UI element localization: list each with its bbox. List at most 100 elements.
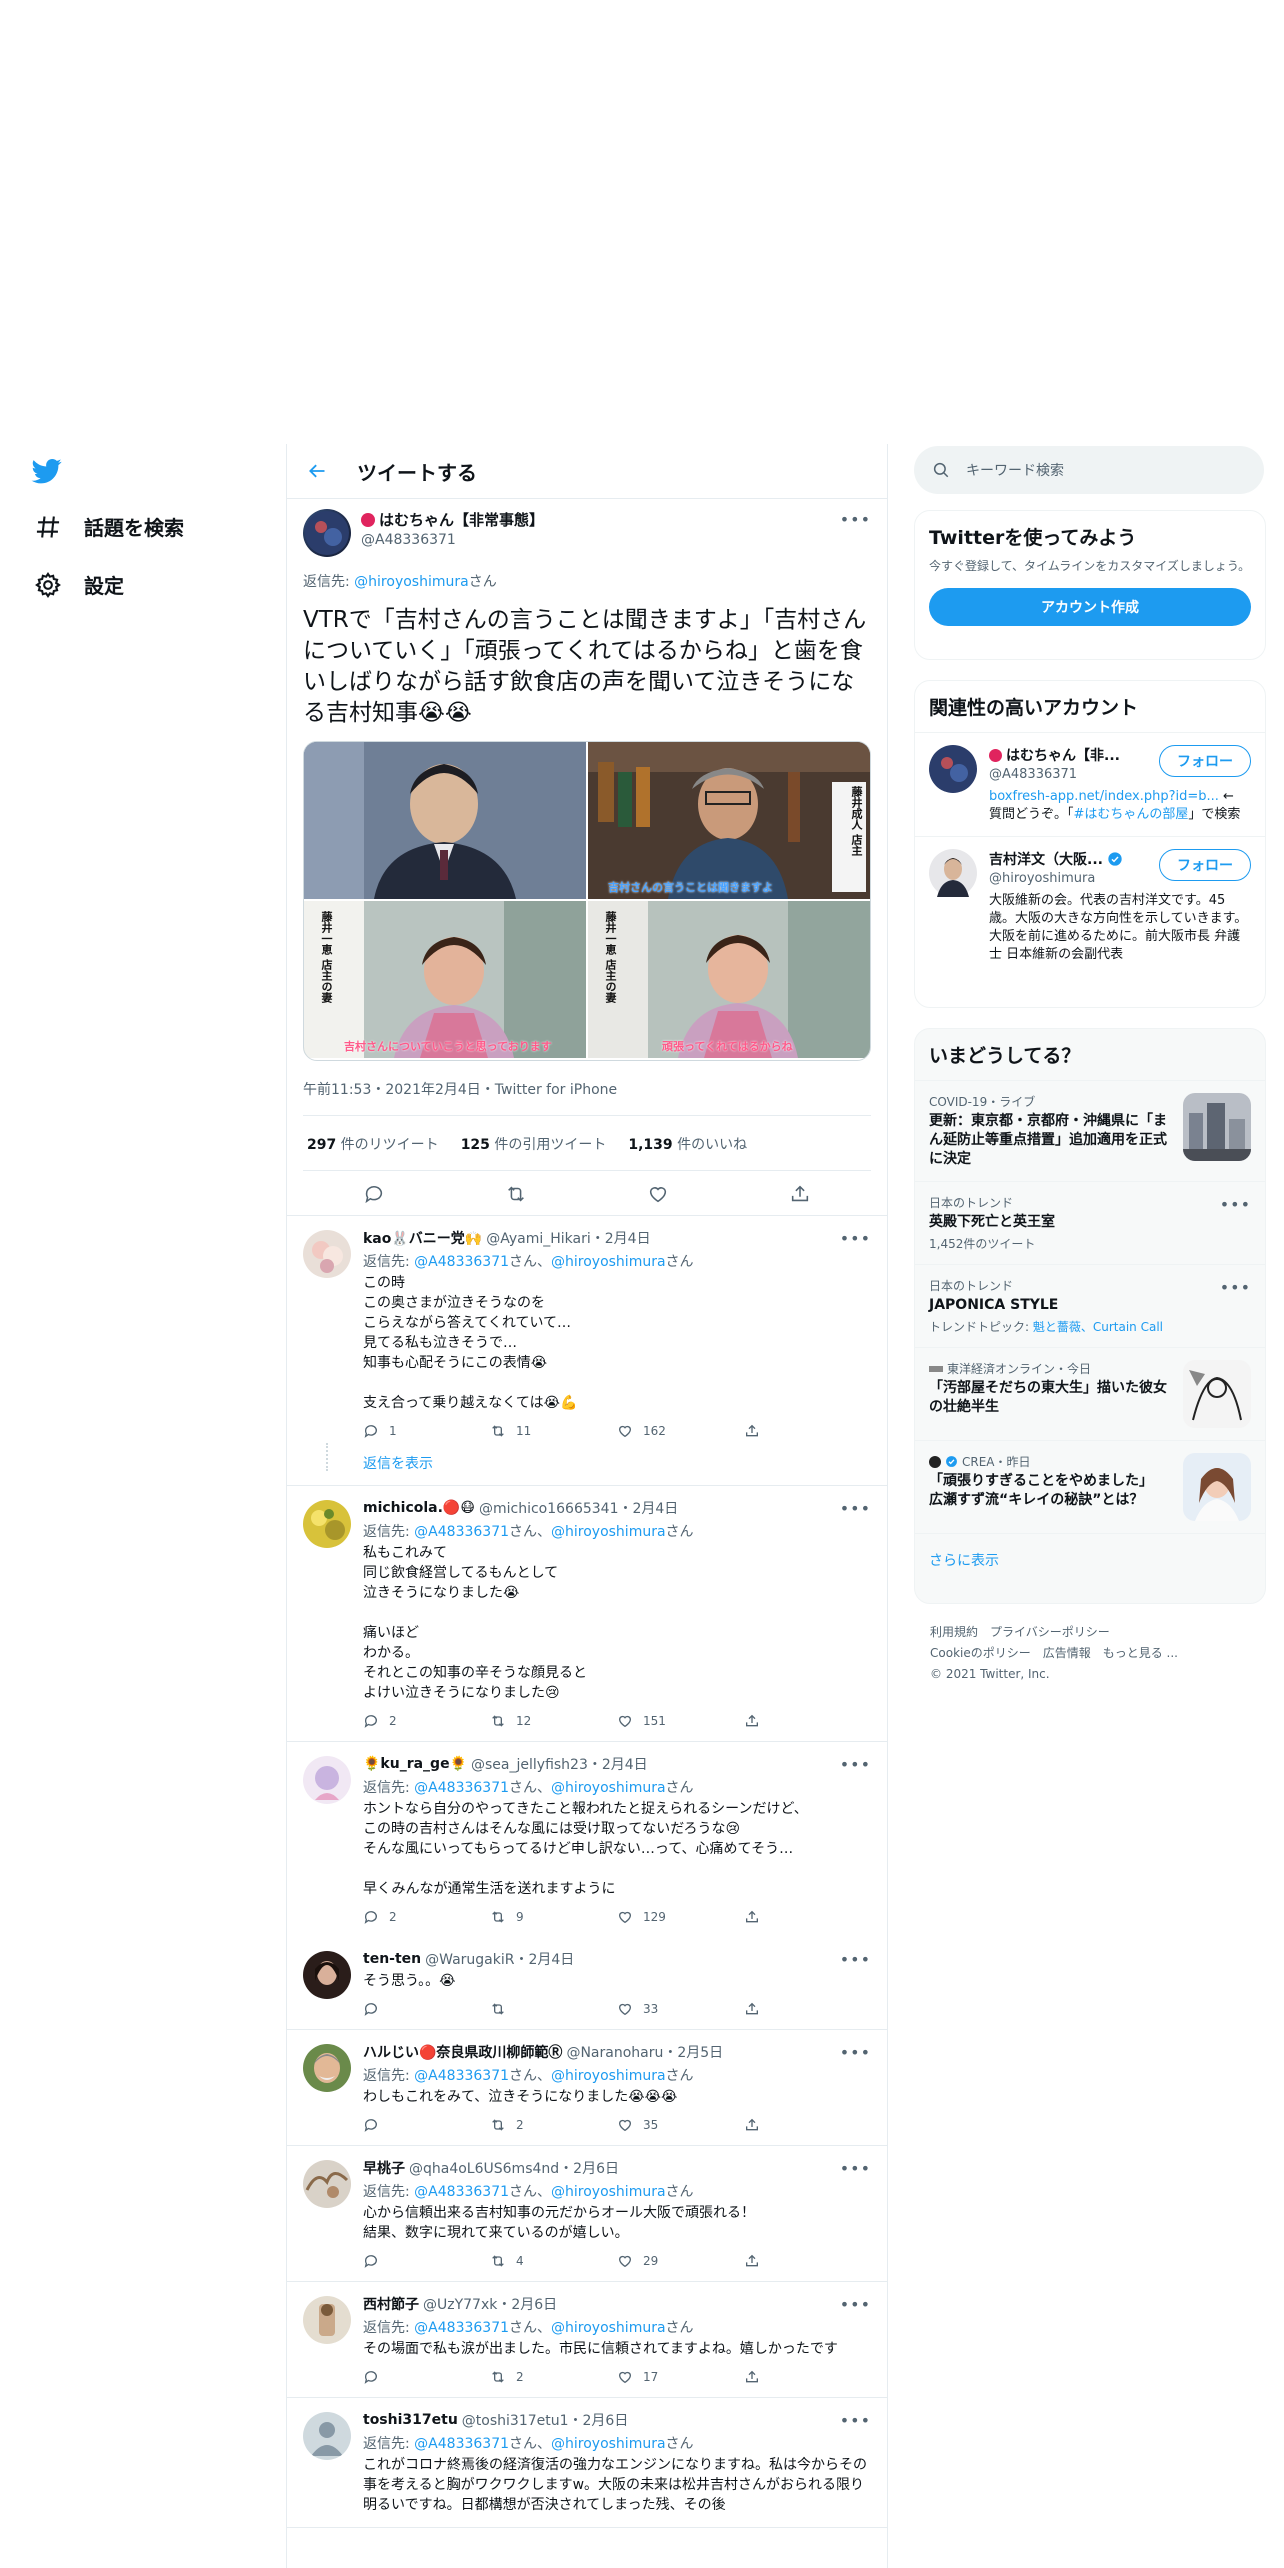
nav-explore[interactable]: 話題を検索 <box>34 512 184 541</box>
media-image-1[interactable] <box>304 742 586 899</box>
share-action[interactable] <box>744 2369 871 2385</box>
reply-meta[interactable]: @UzY77xk・2月6日 <box>423 2294 841 2314</box>
reply-to-link[interactable]: @A48336371 <box>414 2068 509 2084</box>
like-icon[interactable] <box>647 1183 669 1205</box>
reply-tweet[interactable]: 早桃子 @qha4oL6US6ms4nd・2月6日 ••• 返信先: @A48336… <box>287 2146 887 2282</box>
reply-tweet[interactable]: ハルじい🔴奈良県政川柳師範Ⓡ @Naranoharu・2月5日 ••• 返信先: @… <box>287 2030 887 2146</box>
quote-stat[interactable]: 125 件の引用ツイート <box>461 1134 607 1154</box>
reply-to-link[interactable]: @hiroyoshimura <box>551 2320 666 2336</box>
reply-meta[interactable]: @michico16665341・2月4日 <box>479 1498 841 1518</box>
more-options-icon[interactable]: ••• <box>1220 1277 1251 1297</box>
retweet-action[interactable]: 12 <box>490 1713 617 1729</box>
reply-author-name[interactable]: michicola.🔴😷 <box>363 1500 475 1516</box>
retweet-action[interactable] <box>490 2001 617 2017</box>
more-options-icon[interactable]: ••• <box>840 509 871 529</box>
author-handle[interactable]: @A48336371 <box>361 532 841 548</box>
reply-action[interactable] <box>363 2001 490 2017</box>
retweet-action[interactable]: 2 <box>490 2117 617 2133</box>
footer-links-row-1[interactable]: 利用規約 プライバシーポリシー <box>930 1622 1260 1643</box>
reply-action[interactable]: 2 <box>363 1713 490 1729</box>
reply-icon[interactable] <box>363 1183 385 1205</box>
reply-to-link[interactable]: @hiroyoshimura <box>551 2184 666 2200</box>
more-options-icon[interactable]: ••• <box>840 2410 871 2430</box>
show-more-link[interactable]: さらに表示 <box>915 1533 1265 1586</box>
reply-author-name[interactable]: 🌻ku_ra_ge🌻 <box>363 1756 467 1772</box>
reply-to-link[interactable]: @A48336371 <box>414 1780 509 1796</box>
trend-topic-link[interactable]: 魁と薔薇、Curtain Call <box>1033 1320 1163 1334</box>
like-action[interactable]: 33 <box>617 2001 744 2017</box>
more-options-icon[interactable]: ••• <box>840 1498 871 1518</box>
like-action[interactable]: 162 <box>617 1423 744 1439</box>
reply-to-link[interactable]: @hiroyoshimura <box>354 574 469 590</box>
reply-to-link[interactable]: @hiroyoshimura <box>551 1254 666 1270</box>
tweet-media[interactable]: 藤井成人 店主 吉村さんの言うことは聞きますよ 藤井一恵 店主の妻 吉村さんにつ… <box>303 741 871 1061</box>
account-item[interactable]: はむちゃん【非... @A48336371 フォロー boxfresh-app.… <box>915 732 1265 836</box>
more-options-icon[interactable]: ••• <box>840 2294 871 2314</box>
reply-action[interactable] <box>363 2253 490 2269</box>
reply-tweet[interactable]: 西村節子 @UzY77xk・2月6日 ••• 返信先: @A48336371さん、@… <box>287 2282 887 2398</box>
avatar[interactable] <box>929 849 977 897</box>
reply-tweet[interactable]: 🌻ku_ra_ge🌻 @sea_jellyfish23・2月4日 ••• 返信先: … <box>287 1742 887 1937</box>
like-action[interactable]: 35 <box>617 2117 744 2133</box>
reply-to-link[interactable]: @hiroyoshimura <box>551 2068 666 2084</box>
account-item[interactable]: 吉村洋文（大阪... @hiroyoshimura フォロー 大阪維新の会。代表… <box>915 836 1265 976</box>
more-options-icon[interactable]: ••• <box>840 2158 871 2178</box>
share-action[interactable] <box>744 1909 871 1925</box>
like-action[interactable]: 17 <box>617 2369 744 2385</box>
reply-to-link[interactable]: @hiroyoshimura <box>551 1780 666 1796</box>
tweet-timestamp[interactable]: 午前11:53・2021年2月4日・Twitter for iPhone <box>303 1079 871 1116</box>
more-options-icon[interactable]: ••• <box>840 1949 871 1969</box>
avatar[interactable] <box>303 2044 351 2092</box>
share-action[interactable] <box>744 2117 871 2133</box>
share-action[interactable] <box>744 1713 871 1729</box>
trend-item[interactable]: 日本のトレンド 英殿下死亡と英王室 1,452件のツイート ••• <box>915 1181 1265 1264</box>
retweet-stat[interactable]: 297 件のリツイート <box>307 1134 439 1154</box>
reply-to-link[interactable]: @A48336371 <box>414 2436 509 2452</box>
footer-links-row-2[interactable]: Cookieのポリシー 広告情報 もっと見る ... <box>930 1643 1260 1664</box>
avatar[interactable] <box>303 2412 351 2460</box>
reply-action[interactable] <box>363 2369 490 2385</box>
like-action[interactable]: 29 <box>617 2253 744 2269</box>
avatar[interactable] <box>303 1230 351 1278</box>
share-icon[interactable] <box>789 1183 811 1205</box>
show-replies-link[interactable]: 返信を表示 <box>363 1453 871 1473</box>
reply-tweet[interactable]: ten-ten @WarugakiR・2月4日 ••• そう思う。。😭 33 <box>287 1937 887 2030</box>
reply-to-link[interactable]: @hiroyoshimura <box>551 1524 666 1540</box>
reply-to-link[interactable]: @hiroyoshimura <box>551 2436 666 2452</box>
share-action[interactable] <box>744 2253 871 2269</box>
avatar[interactable] <box>303 509 351 557</box>
retweet-action[interactable]: 9 <box>490 1909 617 1925</box>
follow-button[interactable]: フォロー <box>1159 849 1251 881</box>
avatar[interactable] <box>929 745 977 793</box>
reply-meta[interactable]: @Ayami_Hikari・2月4日 <box>486 1228 841 1248</box>
reply-to-link[interactable]: @A48336371 <box>414 2184 509 2200</box>
reply-action[interactable]: 2 <box>363 1909 490 1925</box>
media-image-4[interactable]: 藤井一恵 店主の妻 頑張ってくれてはるからね <box>588 901 870 1058</box>
bio-link[interactable]: boxfresh-app.net/index.php?id=b... <box>989 789 1219 804</box>
retweet-action[interactable]: 2 <box>490 2369 617 2385</box>
bio-hashtag-link[interactable]: #はむちゃんの部屋 <box>1074 807 1189 822</box>
share-action[interactable] <box>744 1423 871 1439</box>
search-input[interactable]: キーワード検索 <box>914 446 1264 494</box>
retweet-action[interactable]: 4 <box>490 2253 617 2269</box>
trend-item[interactable]: CREA・昨日 「頑張りすぎることをやめました」 広瀬すず流“キレイの秘訣”とは… <box>915 1440 1265 1533</box>
reply-action[interactable]: 1 <box>363 1423 490 1439</box>
like-action[interactable]: 151 <box>617 1713 744 1729</box>
reply-author-name[interactable]: toshi317etu <box>363 2412 458 2428</box>
media-image-3[interactable]: 藤井一恵 店主の妻 吉村さんについていこうと思っております <box>304 901 586 1058</box>
avatar[interactable] <box>303 2296 351 2344</box>
reply-to-link[interactable]: @A48336371 <box>414 2320 509 2336</box>
retweet-icon[interactable] <box>505 1183 527 1205</box>
avatar[interactable] <box>303 1756 351 1804</box>
like-stat[interactable]: 1,139 件のいいね <box>628 1134 747 1154</box>
reply-author-name[interactable]: 西村節子 <box>363 2294 419 2314</box>
reply-tweet[interactable]: toshi317etu @toshi317etu1・2月6日 ••• 返信先: @A… <box>287 2398 887 2528</box>
nav-settings[interactable]: 設定 <box>34 570 124 599</box>
more-options-icon[interactable]: ••• <box>840 2042 871 2062</box>
share-action[interactable] <box>744 2001 871 2017</box>
more-options-icon[interactable]: ••• <box>1220 1194 1251 1214</box>
reply-meta[interactable]: @qha4oL6US6ms4nd・2月6日 <box>409 2158 841 2178</box>
reply-meta[interactable]: @Naranoharu・2月5日 <box>566 2042 841 2062</box>
twitter-logo-icon[interactable] <box>30 456 64 486</box>
reply-tweet[interactable]: kao🐰バニー党🙌 @Ayami_Hikari・2月4日 ••• 返信先: @A48… <box>287 1216 887 1486</box>
